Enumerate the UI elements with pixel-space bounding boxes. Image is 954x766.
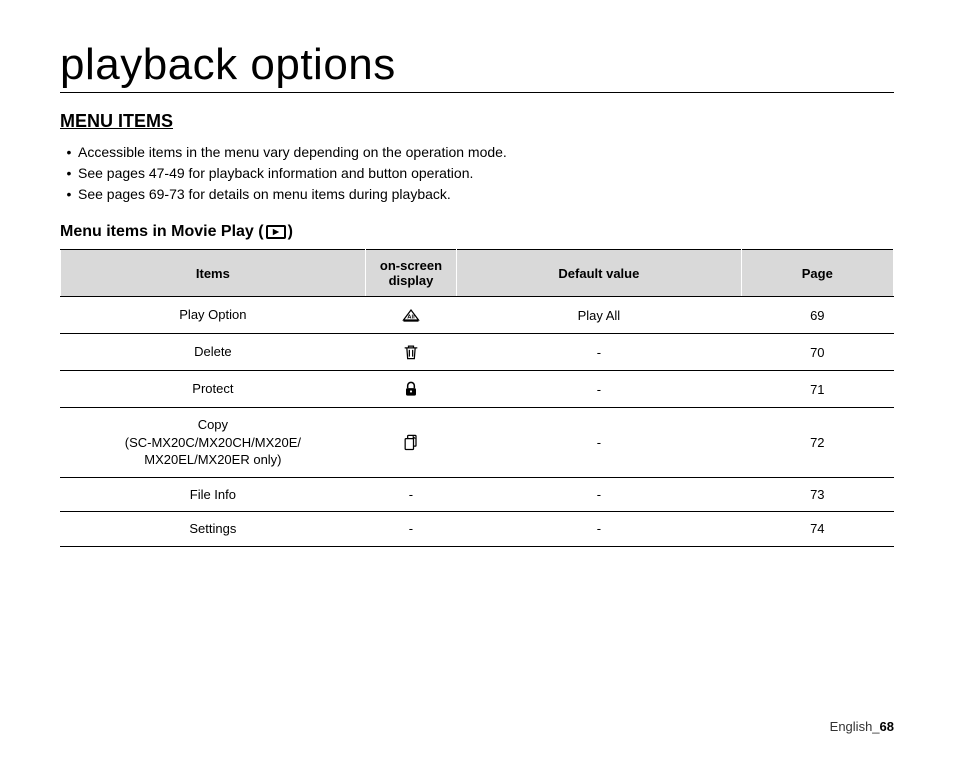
page-ref: 70 (810, 345, 824, 360)
footer-language: English_ (830, 719, 880, 734)
page-ref: 74 (810, 521, 824, 536)
item-name: Settings (67, 520, 359, 538)
osd-dash: - (409, 487, 413, 502)
osd-cell (365, 334, 456, 371)
item-name: Delete (67, 343, 359, 361)
default-value: - (597, 345, 601, 360)
page-ref: 73 (810, 487, 824, 502)
default-value: - (597, 521, 601, 536)
table-header-row: Items on-screen display Default value Pa… (61, 250, 894, 297)
section-heading-menu-items: MENU ITEMS (60, 111, 894, 132)
bullet-item: See pages 47-49 for playback information… (60, 163, 894, 184)
default-value: - (597, 435, 601, 450)
item-name: Play Option (67, 306, 359, 324)
header-page: Page (741, 250, 893, 297)
default-value: Play All (578, 308, 621, 323)
table-row: Protect - 71 (61, 371, 894, 408)
lock-icon (401, 380, 421, 395)
item-name: Copy (SC-MX20C/MX20CH/MX20E/ MX20EL/MX20… (67, 416, 359, 469)
svg-text:All: All (407, 314, 415, 320)
table-row: Play Option All Play All 69 (61, 297, 894, 334)
osd-cell: All (365, 297, 456, 334)
osd-dash: - (409, 521, 413, 536)
osd-cell (365, 371, 456, 408)
bullet-item: See pages 69-73 for details on menu item… (60, 184, 894, 205)
page-title: playback options (60, 40, 894, 93)
table-row: Delete - 70 (61, 334, 894, 371)
footer-page-number: 68 (880, 719, 894, 734)
default-value: - (597, 487, 601, 502)
play-mode-icon (266, 225, 286, 239)
default-value: - (597, 382, 601, 397)
header-items: Items (61, 250, 366, 297)
subheading-prefix: Menu items in Movie Play ( (60, 223, 264, 240)
table-row: Copy (SC-MX20C/MX20CH/MX20E/ MX20EL/MX20… (61, 408, 894, 478)
table-row: Settings - - 74 (61, 512, 894, 547)
trash-icon (401, 343, 421, 358)
page-ref: 71 (810, 382, 824, 397)
page-footer: English_68 (830, 719, 894, 734)
subheading-suffix: ) (288, 223, 293, 240)
bullet-item: Accessible items in the menu vary depend… (60, 142, 894, 163)
osd-cell (365, 408, 456, 478)
page-ref: 72 (810, 435, 824, 450)
table-row: File Info - - 73 (61, 477, 894, 512)
header-osd: on-screen display (365, 250, 456, 297)
item-name: File Info (67, 486, 359, 504)
copy-icon (401, 434, 421, 449)
bullet-list: Accessible items in the menu vary depend… (60, 142, 894, 205)
subheading-movie-play: Menu items in Movie Play () (60, 223, 894, 241)
header-default: Default value (457, 250, 741, 297)
menu-items-table: Items on-screen display Default value Pa… (60, 249, 894, 547)
play-all-icon: All (401, 306, 421, 321)
item-name: Protect (67, 380, 359, 398)
page-ref: 69 (810, 308, 824, 323)
